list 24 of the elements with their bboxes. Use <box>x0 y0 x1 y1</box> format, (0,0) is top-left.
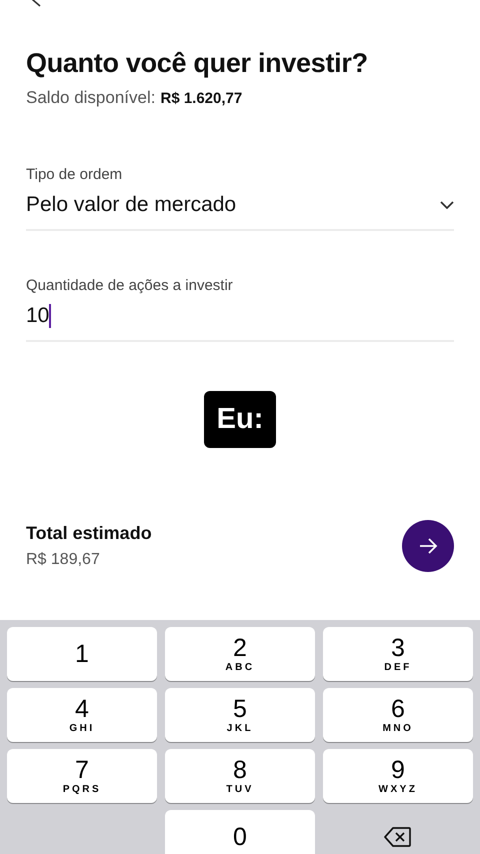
keypad-key[interactable]: 9 WXYZ <box>323 749 473 803</box>
total-amount: R$ 189,67 <box>26 551 101 569</box>
field-label: Tipo de ordem <box>26 166 124 183</box>
keypad-key[interactable]: 8 TUV <box>165 749 315 803</box>
keypad-key[interactable]: 3 DEF <box>323 627 473 681</box>
keypad-key[interactable]: 6 MNO <box>323 688 473 742</box>
quantity-field[interactable]: 10 <box>26 294 454 342</box>
page-title: Quanto você quer investir? <box>26 47 369 80</box>
order-type-dropdown[interactable]: Pelo valor de mercado <box>26 183 454 231</box>
keypad-key[interactable]: 7 PQRS <box>7 749 157 803</box>
keypad-key[interactable]: 2 ABC <box>165 627 315 681</box>
arrow-right-icon <box>418 538 438 554</box>
keypad-key[interactable]: 4 GHI <box>7 688 157 742</box>
total-label: Total estimado <box>26 523 152 544</box>
next-button[interactable] <box>402 520 454 572</box>
backspace-icon <box>384 826 412 848</box>
balance-label: Saldo disponível: <box>26 88 156 108</box>
chevron-down-icon <box>440 201 454 209</box>
keypad-key[interactable]: 5 JKL <box>165 688 315 742</box>
balance-amount: R$ 1.620,77 <box>160 90 242 107</box>
keypad-key[interactable]: 0 <box>165 810 315 854</box>
keypad-key[interactable]: 1 <box>7 627 157 681</box>
caption-label: Eu: <box>204 391 276 448</box>
field-label: Quantidade de ações a investir <box>26 277 234 294</box>
